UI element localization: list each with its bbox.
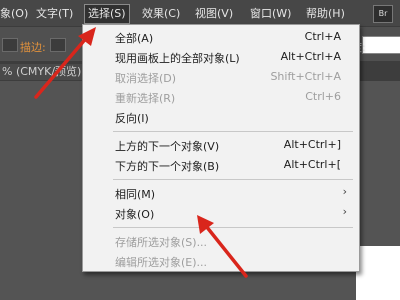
menu-window[interactable]: 窗口(W) xyxy=(250,5,291,23)
menu-item-label: 下方的下一个对象(B) xyxy=(115,160,220,173)
menu-item-label: 取消选择(D) xyxy=(115,72,177,85)
menu-item-label: 存储所选对象(S)... xyxy=(115,236,208,249)
submenu-arrow-icon: › xyxy=(342,205,347,218)
menu-select[interactable]: 选择(S) xyxy=(84,4,130,24)
menu-object[interactable]: 象(O) xyxy=(0,5,28,23)
select-dropdown-menu: 全部(A) Ctrl+A 现用画板上的全部对象(L) Alt+Ctrl+A 取消… xyxy=(82,24,360,272)
menu-item-label: 现用画板上的全部对象(L) xyxy=(115,52,240,65)
menu-item-shortcut: Alt+Ctrl+[ xyxy=(283,158,341,171)
menu-item-next-object-below[interactable]: 下方的下一个对象(B) Alt+Ctrl+[ xyxy=(83,155,359,175)
menu-item-deselect: 取消选择(D) Shift+Ctrl+A xyxy=(83,67,359,87)
menu-item-save-selection: 存储所选对象(S)... xyxy=(83,231,359,251)
menu-item-object[interactable]: 对象(O) › xyxy=(83,203,359,223)
stroke-label: 描边: xyxy=(20,41,46,54)
opacity-field[interactable] xyxy=(362,36,400,54)
menu-help[interactable]: 帮助(H) xyxy=(306,5,345,23)
menu-item-label: 反向(I) xyxy=(115,112,149,125)
menu-item-label: 对象(O) xyxy=(115,208,155,221)
menu-view[interactable]: 视图(V) xyxy=(195,5,233,23)
menu-separator xyxy=(113,179,353,180)
menu-item-shortcut: Shift+Ctrl+A xyxy=(270,70,341,83)
menu-item-shortcut: Alt+Ctrl+A xyxy=(280,50,341,63)
menu-item-label: 上方的下一个对象(V) xyxy=(115,140,220,153)
menu-item-same[interactable]: 相同(M) › xyxy=(83,183,359,203)
menu-separator xyxy=(113,227,353,228)
menu-item-shortcut: Ctrl+6 xyxy=(305,90,341,103)
menu-item-label: 全部(A) xyxy=(115,32,154,45)
menu-item-select-all-artboard[interactable]: 现用画板上的全部对象(L) Alt+Ctrl+A xyxy=(83,47,359,67)
menu-item-inverse[interactable]: 反向(I) xyxy=(83,107,359,127)
menu-item-reselect: 重新选择(R) Ctrl+6 xyxy=(83,87,359,107)
bridge-button[interactable]: Br xyxy=(373,5,393,23)
menu-type[interactable]: 文字(T) xyxy=(36,5,73,23)
submenu-arrow-icon: › xyxy=(342,185,347,198)
menu-item-shortcut: Ctrl+A xyxy=(304,30,341,43)
menu-separator xyxy=(113,131,353,132)
artboard[interactable] xyxy=(356,246,400,300)
menu-bar: 象(O) 文字(T) 选择(S) 效果(C) 视图(V) 窗口(W) 帮助(H)… xyxy=(0,0,400,26)
menu-item-next-object-above[interactable]: 上方的下一个对象(V) Alt+Ctrl+] xyxy=(83,135,359,155)
menu-item-label: 重新选择(R) xyxy=(115,92,176,105)
menu-item-select-all[interactable]: 全部(A) Ctrl+A xyxy=(83,27,359,47)
menu-item-label: 编辑所选对象(E)... xyxy=(115,256,208,269)
stroke-weight-stepper[interactable] xyxy=(50,38,66,52)
menu-effect[interactable]: 效果(C) xyxy=(142,5,180,23)
menu-item-edit-selection: 编辑所选对象(E)... xyxy=(83,251,359,271)
menu-item-label: 相同(M) xyxy=(115,188,156,201)
document-tab-title[interactable]: % (CMYK/预览) xyxy=(0,64,86,80)
fill-swatch[interactable] xyxy=(2,38,18,52)
menu-item-shortcut: Alt+Ctrl+] xyxy=(283,138,341,151)
